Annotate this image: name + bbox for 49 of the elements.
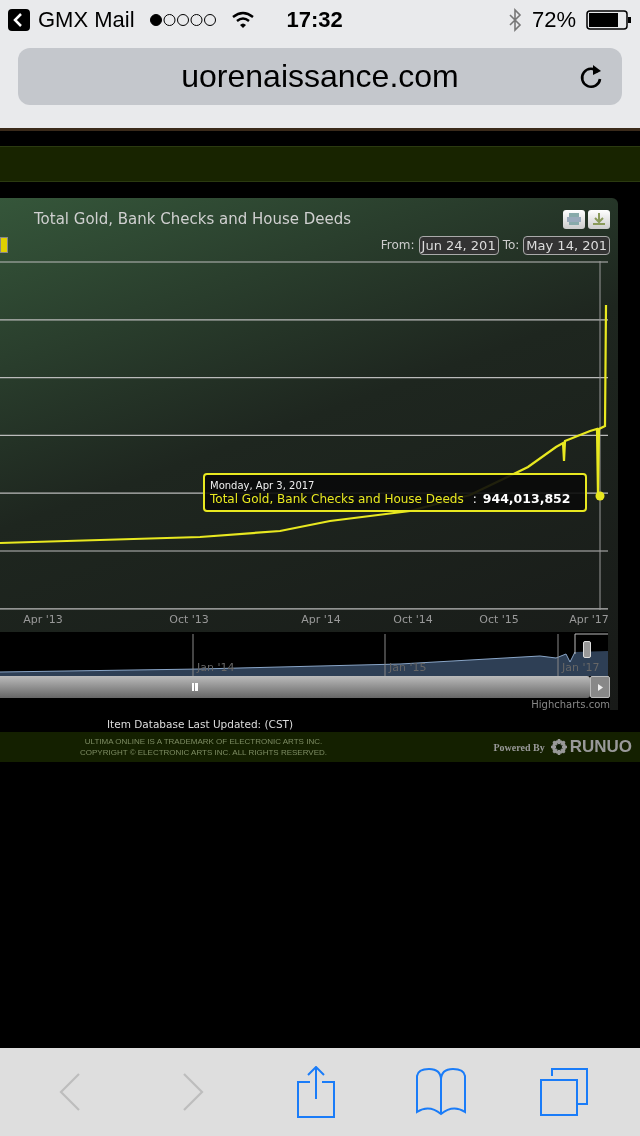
- brand-logo-text: RUNUO: [569, 737, 632, 757]
- chevron-right-icon: [182, 1073, 205, 1111]
- chevron-left-icon: [8, 9, 30, 31]
- download-button[interactable]: [588, 209, 610, 229]
- clock-time: 17:32: [286, 7, 343, 33]
- to-date-field[interactable]: May 14, 201: [523, 235, 610, 255]
- legal-text: ULTIMA ONLINE IS A TRADEMARK OF ELECTRONIC ARTS INC.: [84, 737, 323, 746]
- chevron-left-icon: [58, 1073, 81, 1111]
- share-icon: [297, 1066, 337, 1118]
- tooltip-separator: :: [472, 491, 477, 506]
- back-to-app-button[interactable]: GMX Mail: [8, 7, 135, 33]
- book-icon: [415, 1068, 466, 1116]
- from-label: From:: [380, 238, 415, 252]
- battery-icon: [586, 10, 632, 30]
- chart-title: Total Gold, Bank Checks and House Deeds: [34, 210, 352, 228]
- wifi-icon: [230, 11, 255, 29]
- gear-icon: [550, 739, 567, 755]
- x-axis-label: Apr '13: [23, 613, 63, 626]
- signal-icon: [148, 13, 217, 27]
- range-button[interactable]: [0, 237, 8, 253]
- address-bar[interactable]: uorenaissance.com: [18, 48, 622, 105]
- navigator-label: Jan '17: [562, 661, 600, 674]
- powered-by-text: Powered By: [493, 741, 545, 753]
- x-axis-label: Oct '13: [169, 613, 209, 626]
- to-label: To:: [502, 238, 520, 252]
- tooltip-value: 944,013,852: [482, 490, 571, 506]
- print-button[interactable]: [563, 209, 585, 229]
- triangle-right-icon: [597, 683, 603, 691]
- bluetooth-icon: [507, 8, 522, 32]
- x-axis-label: Apr '14: [301, 613, 341, 626]
- navigator-label: Jan '15: [389, 661, 427, 674]
- tooltip-series-name: Total Gold, Bank Checks and House Deeds: [210, 491, 464, 506]
- last-updated-text: Item Database Last Updated: (CST): [107, 718, 295, 732]
- battery-percent: 72%: [531, 7, 576, 33]
- x-axis-label: Apr '17: [569, 613, 609, 626]
- printer-icon: [566, 212, 582, 226]
- navigator-handle[interactable]: [583, 641, 591, 658]
- x-axis-label: Oct '15: [479, 613, 519, 626]
- reload-icon[interactable]: [578, 62, 604, 90]
- tabs-icon: [540, 1068, 589, 1116]
- scroll-right-button[interactable]: [590, 676, 610, 698]
- download-icon: [591, 212, 607, 226]
- credit-link[interactable]: Highcharts.com: [531, 699, 610, 710]
- scrollbar-thumb[interactable]: [0, 676, 590, 698]
- from-date-field[interactable]: Jun 24, 201: [418, 235, 499, 255]
- legal-text: COPYRIGHT © ELECTRONIC ARTS INC. ALL RIGHTS RESERVED.: [80, 748, 327, 757]
- grip-icon: [192, 683, 198, 691]
- x-axis-label: Oct '14: [393, 613, 433, 626]
- tooltip-date: Monday, Apr 3, 2017: [210, 479, 316, 491]
